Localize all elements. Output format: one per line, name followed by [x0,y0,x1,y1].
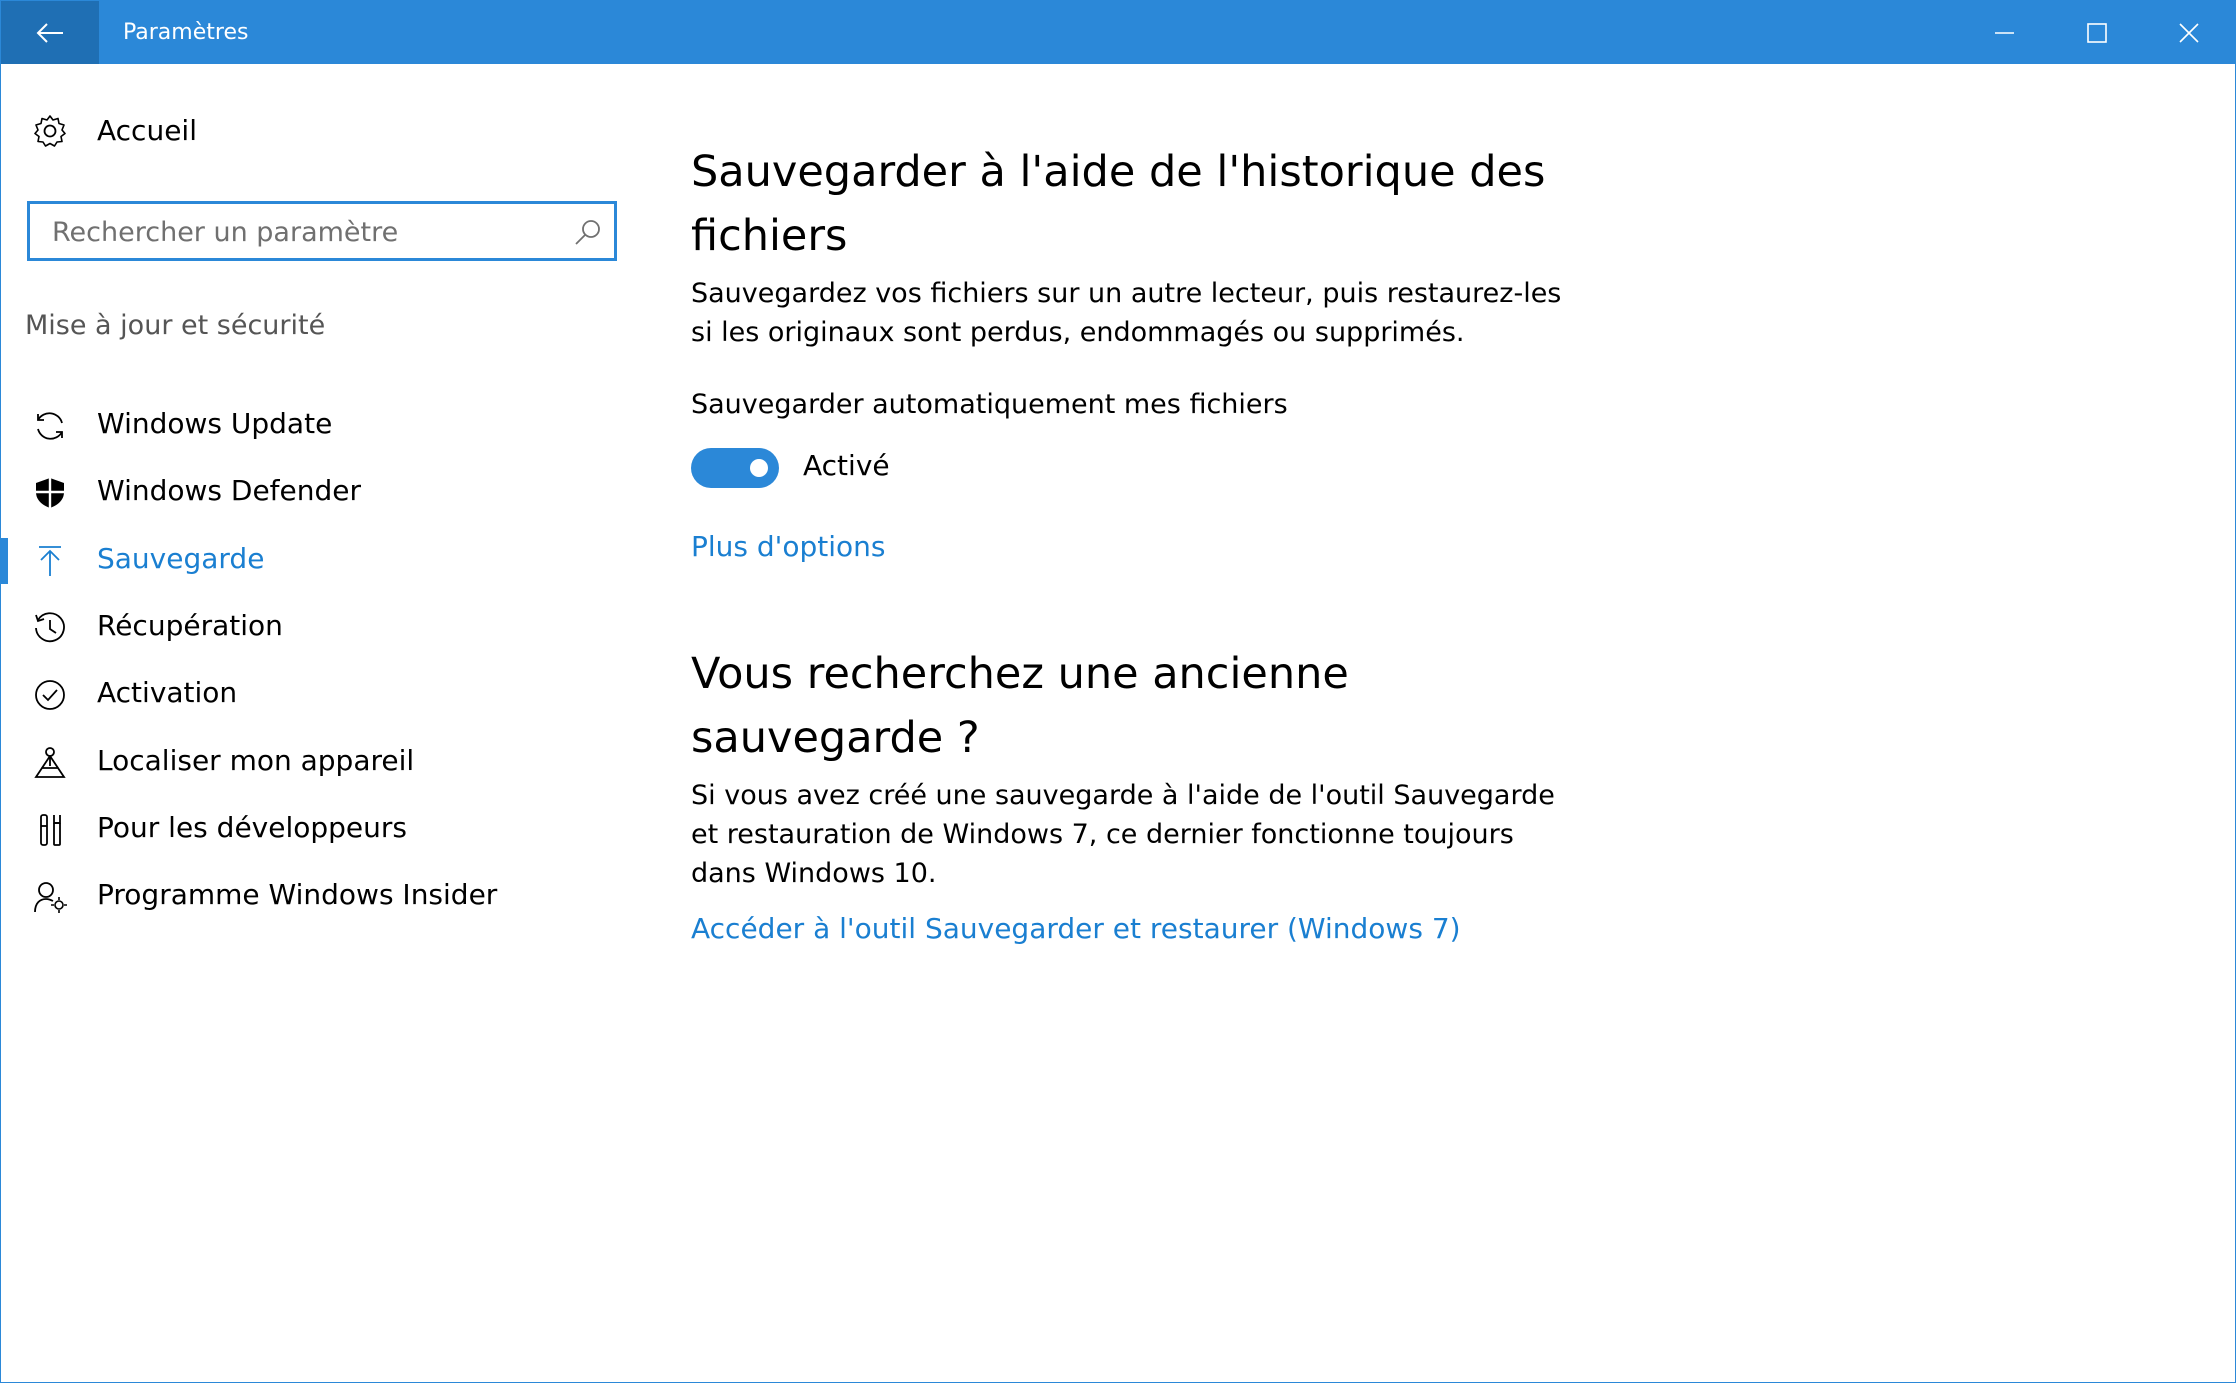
sidebar-item-label: Activation [97,676,238,709]
sidebar-item-windows-defender[interactable]: Windows Defender [1,458,641,528]
auto-backup-label: Sauvegarder automatiquement mes fichiers [691,389,1288,420]
refresh-icon [31,407,69,445]
check-circle-icon [31,676,69,714]
toggle-knob [750,459,768,477]
maximize-button[interactable] [2051,1,2143,64]
history-icon [31,609,69,647]
old-backup-description: Si vous avez créé une sauvegarde à l'aid… [691,780,1555,889]
developer-tools-icon [31,811,69,849]
sidebar-item-label: Sauvegarde [97,542,265,575]
sidebar-item-find-my-device[interactable]: Localiser mon appareil [1,728,641,798]
sidebar-item-label: Windows Update [97,407,333,440]
title-bar: Paramètres [1,1,2235,64]
sidebar-item-label: Windows Defender [97,474,362,507]
arrow-up-icon [31,542,69,580]
search-icon [575,220,600,245]
selection-indicator [1,538,8,584]
close-button[interactable] [2143,1,2235,64]
page-title: Sauvegarder à l'aide de l'historique des… [691,147,1546,261]
sidebar-item-label: Récupération [97,609,283,642]
sidebar-item-label: Pour les développeurs [97,811,407,844]
sidebar-item-backup[interactable]: Sauvegarde [1,526,641,596]
sidebar-item-label: Programme Windows Insider [97,878,498,911]
win7-backup-restore-link[interactable]: Accéder à l'outil Sauvegarder et restaur… [691,912,1461,945]
sidebar-item-label: Localiser mon appareil [97,744,415,777]
search-box[interactable] [27,201,617,261]
section-header: Mise à jour et sécurité [25,310,326,341]
shield-icon [31,474,69,512]
window-title: Paramètres [123,20,249,45]
minimize-icon [1995,31,2014,34]
sidebar-item-activation[interactable]: Activation [1,660,641,730]
gear-icon [31,112,69,150]
minimize-button[interactable] [1959,1,2051,64]
back-button[interactable] [1,1,99,64]
back-arrow-icon [36,22,63,43]
close-icon [2179,22,2199,43]
settings-window: Paramètres Accueil Rechercher un paramèt… [0,0,2236,1383]
sidebar-item-home[interactable]: Accueil [1,106,641,156]
location-person-icon [31,744,69,782]
home-label: Accueil [97,114,197,147]
page-description: Sauvegardez vos fichiers sur un autre le… [691,278,1562,348]
maximize-icon [2087,22,2107,43]
sidebar: Accueil Mise à jour et sécurité Windows … [1,64,641,1382]
sidebar-item-windows-update[interactable]: Windows Update [1,391,641,461]
sidebar-item-windows-insider[interactable]: Programme Windows Insider [1,862,641,932]
old-backup-title: Vous recherchez une ancienne sauvegarde … [691,649,1349,763]
sidebar-item-developers[interactable]: Pour les développeurs [1,795,641,865]
more-options-link[interactable]: Plus d'options [691,530,886,563]
sidebar-item-recovery[interactable]: Récupération [1,593,641,663]
search-input[interactable] [50,204,574,260]
insider-icon [31,878,69,916]
toggle-state-label: Activé [803,449,890,482]
auto-backup-toggle[interactable] [691,448,779,488]
